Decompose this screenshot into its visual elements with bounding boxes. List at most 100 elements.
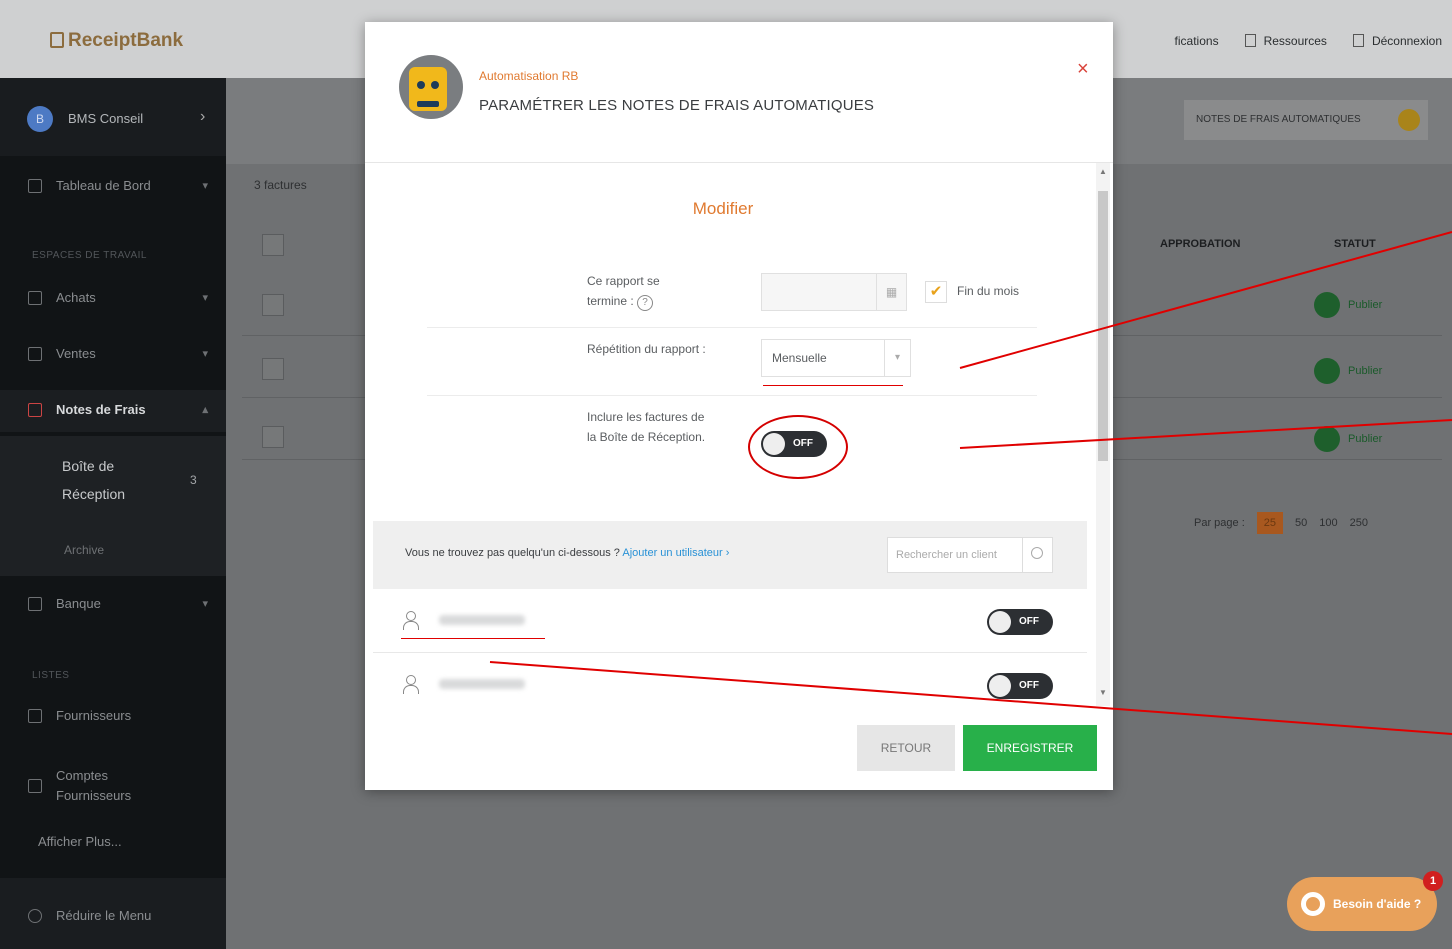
sidebar-item-expenses[interactable]: Notes de Frais ▴ [28, 402, 208, 417]
sidebar-show-more[interactable]: Afficher Plus... [38, 834, 218, 849]
chevron-up-icon: ▴ [202, 404, 208, 416]
sidebar-item-dashboard[interactable]: Tableau de Bord ▾ [28, 178, 208, 193]
nav-logout[interactable]: Déconnexion [1352, 34, 1442, 48]
save-button[interactable]: ENREGISTRER [963, 725, 1097, 771]
modal-scroll-area[interactable]: Modifier Ce rapport se termine : ? ▦ ✔ F… [373, 163, 1095, 706]
close-icon[interactable]: × [1077, 58, 1089, 81]
auto-expenses-button[interactable]: NOTES DE FRAIS AUTOMATIQUES [1184, 100, 1428, 140]
report-end-date-input[interactable]: ▦ [761, 273, 907, 311]
calendar-icon[interactable]: ▦ [876, 274, 906, 310]
end-of-month-label: Fin du mois [957, 284, 1020, 298]
chevron-down-icon: ▾ [202, 292, 208, 304]
nav-resources[interactable]: Ressources [1244, 34, 1327, 48]
per-page-250[interactable]: 250 [1350, 517, 1368, 529]
sidebar-collapse[interactable]: Réduire le Menu [28, 908, 208, 923]
expense-icon [28, 402, 42, 417]
chevron-right-icon: › [200, 108, 206, 125]
account-avatar: B [27, 106, 53, 132]
include-inbox-label: Inclure les factures de la Boîte de Réce… [587, 410, 706, 444]
search-icon[interactable] [1022, 538, 1052, 572]
modal-subtitle: Automatisation RB [479, 69, 579, 83]
sidebar-item-supplier-accounts[interactable]: Comptes Fournisseurs [28, 766, 148, 806]
row-checkbox[interactable] [262, 426, 284, 448]
app-logo[interactable]: ReceiptBank [50, 30, 183, 52]
chevron-right-icon: › [725, 547, 730, 559]
user-toggle[interactable]: OFF [987, 673, 1053, 699]
client-search-input[interactable]: Rechercher un client [887, 537, 1053, 573]
cart-icon [28, 290, 42, 305]
sidebar: B BMS Conseil › Tableau de Bord ▾ ESPACES… [0, 78, 226, 949]
dashboard-icon [28, 178, 42, 193]
upload-icon [1314, 358, 1340, 384]
select-all-checkbox[interactable] [262, 234, 284, 256]
annotation-circle [748, 415, 848, 479]
status-publish[interactable]: Publier [1314, 426, 1382, 452]
robot-avatar [399, 55, 463, 119]
user-name-redacted [439, 679, 525, 689]
sidebar-section-workspace: ESPACES DE TRAVAIL [32, 250, 147, 261]
add-user-link[interactable]: Ajouter un utilisateur [622, 547, 722, 559]
user-name-redacted [439, 615, 525, 625]
account-switcher[interactable]: B BMS Conseil › [0, 78, 226, 156]
user-toggle[interactable]: OFF [987, 609, 1053, 635]
collapse-icon [28, 908, 42, 923]
account-name: BMS Conseil [68, 111, 144, 126]
help-notification-badge: 1 [1423, 871, 1443, 891]
row-checkbox[interactable] [262, 358, 284, 380]
status-publish[interactable]: Publier [1314, 292, 1382, 318]
accounts-icon [28, 779, 42, 793]
column-approval[interactable]: APPROBATION [1160, 238, 1240, 250]
annotation-underline [401, 638, 545, 639]
annotation-underline [763, 385, 903, 386]
receipt-icon [50, 32, 64, 48]
divider [427, 327, 1037, 328]
bank-icon [28, 596, 42, 611]
invoice-count: 3 factures [254, 178, 307, 192]
sidebar-item-purchases[interactable]: Achats ▾ [28, 290, 208, 305]
per-page-100[interactable]: 100 [1319, 517, 1337, 529]
user-row: OFF [373, 589, 1087, 653]
help-icon[interactable]: ? [637, 295, 654, 311]
sidebar-subitem-inbox[interactable]: Boîte de Réception [62, 452, 142, 508]
nav-notifications[interactable]: fications [1175, 34, 1219, 48]
report-repeat-select[interactable]: Mensuelle ▾ [761, 339, 911, 377]
document-icon [1244, 34, 1256, 47]
supplier-icon [28, 708, 42, 723]
sidebar-item-bank[interactable]: Banque ▾ [28, 596, 208, 611]
divider [427, 395, 1037, 396]
back-button[interactable]: RETOUR [857, 725, 955, 771]
scroll-thumb[interactable] [1098, 191, 1108, 461]
help-button[interactable]: Besoin d'aide ? 1 [1287, 871, 1443, 931]
per-page-25[interactable]: 25 [1256, 512, 1284, 534]
user-icon [403, 611, 419, 630]
scroll-down-icon[interactable]: ▼ [1099, 688, 1107, 697]
pagination-per-page: Par page : 25 50 100 250 [1194, 512, 1368, 534]
auto-expense-modal: Automatisation RB PARAMÉTRER LES NOTES D… [365, 22, 1113, 790]
logout-icon [1352, 34, 1364, 47]
per-page-50[interactable]: 50 [1295, 517, 1307, 529]
report-repeat-label: Répétition du rapport : [587, 342, 706, 356]
chevron-down-icon: ▾ [884, 340, 910, 376]
modal-title: PARAMÉTRER LES NOTES DE FRAIS AUTOMATIQU… [479, 97, 875, 114]
inbox-count-badge: 3 [190, 473, 197, 487]
user-search-bar: Vous ne trouvez pas quelqu'un ci-dessous… [373, 521, 1087, 589]
user-icon [403, 675, 419, 694]
end-of-month-checkbox[interactable]: ✔ [925, 281, 947, 303]
row-checkbox[interactable] [262, 294, 284, 316]
scroll-up-icon[interactable]: ▲ [1099, 167, 1107, 176]
robot-icon [1398, 109, 1420, 131]
sidebar-item-suppliers[interactable]: Fournisseurs [28, 708, 208, 723]
upload-icon [1314, 426, 1340, 452]
modal-scrollbar[interactable]: ▲ ▼ [1096, 163, 1110, 706]
sidebar-item-sales[interactable]: Ventes ▾ [28, 346, 208, 361]
sidebar-subitem-archive[interactable]: Archive [64, 543, 104, 557]
column-status[interactable]: STATUT [1334, 238, 1376, 250]
chevron-down-icon: ▾ [202, 598, 208, 610]
upload-icon [1314, 292, 1340, 318]
lifebuoy-icon [1301, 892, 1325, 916]
section-title: Modifier [692, 199, 754, 218]
chevron-down-icon: ▾ [202, 180, 208, 192]
sidebar-section-lists: LISTES [32, 670, 70, 681]
user-row: OFF [373, 653, 1087, 706]
status-publish[interactable]: Publier [1314, 358, 1382, 384]
